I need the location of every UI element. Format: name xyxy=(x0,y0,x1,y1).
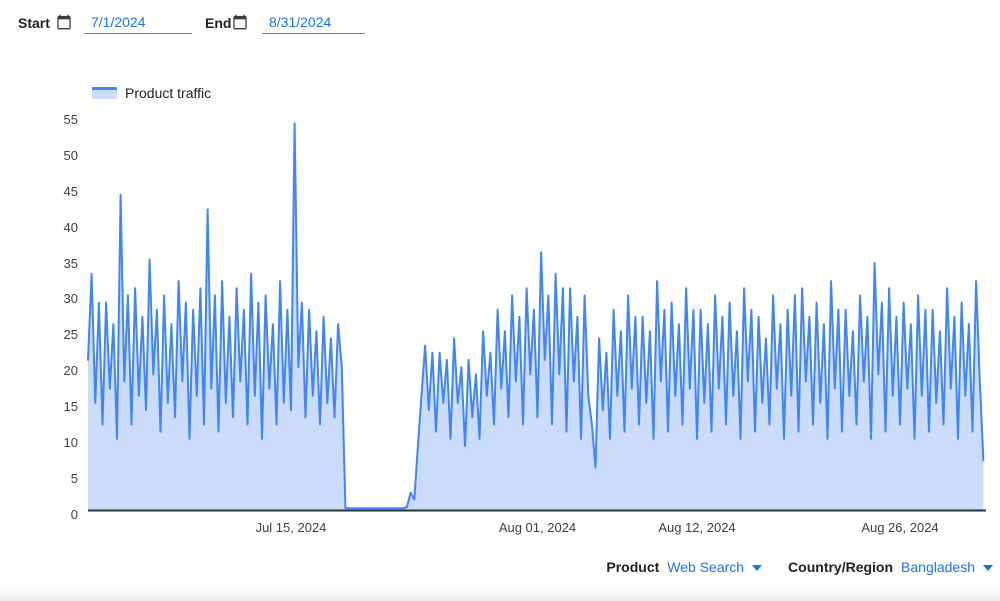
chevron-down-icon xyxy=(752,565,762,571)
x-axis-tick-label: Aug 12, 2024 xyxy=(637,520,757,536)
product-label: Product xyxy=(606,557,659,577)
y-axis-tick-label: 45 xyxy=(38,185,78,199)
traffic-report-page: Start End Product traffic 05101520253035… xyxy=(0,0,1000,601)
product-select[interactable]: Web Search xyxy=(667,557,762,577)
x-axis-tick-label: Jul 15, 2024 xyxy=(231,520,351,536)
traffic-area-chart[interactable] xyxy=(0,0,1000,601)
y-axis-tick-label: 40 xyxy=(38,221,78,235)
region-select[interactable]: Bangladesh xyxy=(901,557,993,577)
y-axis-tick-label: 55 xyxy=(38,113,78,127)
bottom-scroll-fade xyxy=(0,587,1000,601)
y-axis-tick-label: 10 xyxy=(38,436,78,450)
y-axis-tick-label: 0 xyxy=(38,508,78,522)
y-axis-tick-label: 15 xyxy=(38,400,78,414)
y-axis-tick-label: 35 xyxy=(38,257,78,271)
chart-filters: Product Web Search Country/Region Bangla… xyxy=(606,557,993,577)
x-axis-tick-label: Aug 26, 2024 xyxy=(840,520,960,536)
region-select-value: Bangladesh xyxy=(901,557,975,577)
product-select-value: Web Search xyxy=(667,557,744,577)
chevron-down-icon xyxy=(983,565,993,571)
y-axis-tick-label: 50 xyxy=(38,149,78,163)
y-axis-tick-label: 25 xyxy=(38,328,78,342)
region-label: Country/Region xyxy=(788,557,893,577)
y-axis-tick-label: 30 xyxy=(38,292,78,306)
x-axis-tick-label: Aug 01, 2024 xyxy=(478,520,598,536)
y-axis-tick-label: 20 xyxy=(38,364,78,378)
y-axis-tick-label: 5 xyxy=(38,472,78,486)
